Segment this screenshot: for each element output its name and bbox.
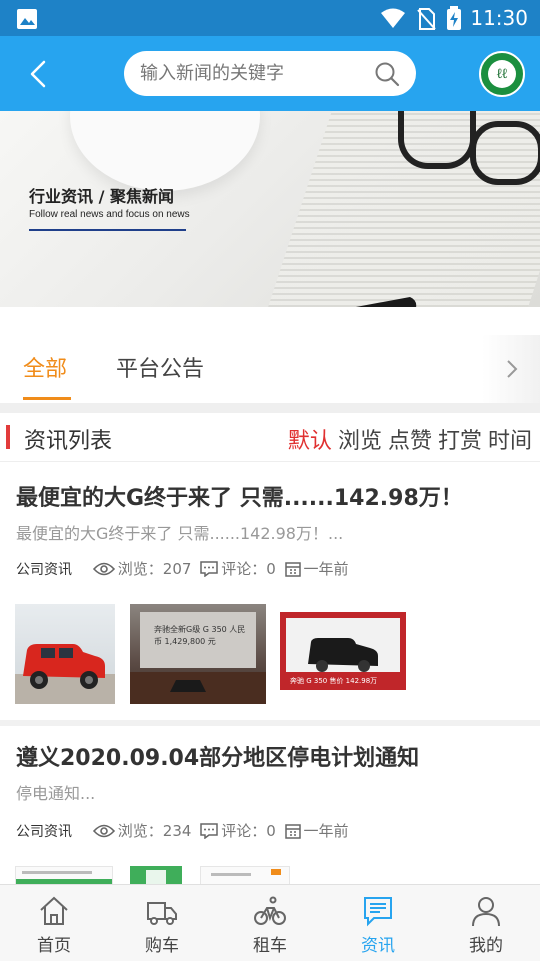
banner-underline [29, 229, 186, 231]
red-suv-image [15, 644, 115, 704]
nav-label: 我的 [469, 936, 503, 956]
sort-likes[interactable]: 点赞 [388, 429, 432, 454]
news-item[interactable]: 遵义2020.09.04部分地区停电计划通知 停电通知... 公司资讯 浏览：2… [0, 726, 540, 884]
home-icon [40, 896, 68, 925]
app-header: ℓℓ [0, 36, 540, 111]
bicycle-icon [254, 896, 286, 925]
category-tabs: 全部 平台公告 [0, 335, 540, 403]
news-item[interactable]: 最便宜的大G终于来了 只需......142.98万！ 最便宜的大G终于来了 只… [0, 462, 540, 720]
news-views: 浏览：207 [117, 560, 192, 578]
banner-subtitle: Follow real news and focus on news [29, 209, 190, 220]
news-category: 公司资讯 [16, 823, 72, 840]
news-icon [364, 897, 392, 927]
news-summary: 最便宜的大G终于来了 只需......142.98万！... [16, 524, 344, 543]
nav-label: 资讯 [361, 936, 395, 956]
news-thumbnail[interactable] [130, 866, 182, 884]
tabs-more-button[interactable] [482, 335, 540, 403]
nav-label: 租车 [253, 936, 287, 956]
eye-icon [92, 562, 115, 575]
clock: 11:30 [470, 6, 528, 30]
comment-icon [200, 560, 218, 577]
calendar-icon [284, 823, 301, 839]
news-meta: 公司资讯 浏览：207 评论：0 一年前 [16, 558, 349, 579]
news-thumbnail[interactable]: 奔驰全新G级 G 350 人民币 1,429,800 元 [130, 604, 266, 704]
thumbnail-caption: 奔驰全新G级 G 350 人民币 1,429,800 元 [154, 625, 246, 646]
thumbnail-caption: 奔驰 G 350 售价 142.98万 [290, 677, 378, 685]
news-comments: 评论：0 [221, 822, 276, 840]
list-header: 资讯列表 默认 浏览 点赞 打赏 时间 [0, 413, 540, 462]
gallery-icon [17, 9, 37, 29]
search-box[interactable] [124, 51, 416, 96]
nav-home[interactable]: 首页 [0, 885, 108, 961]
tab-platform-notice[interactable]: 平台公告 [116, 351, 204, 383]
truck-icon [147, 902, 177, 925]
news-title[interactable]: 最便宜的大G终于来了 只需......142.98万！ [16, 480, 463, 512]
spacer [0, 307, 540, 335]
brand-logo: ℓℓ [479, 51, 525, 97]
no-sim-icon [417, 8, 436, 30]
news-banner[interactable]: 行业资讯 / 聚焦新闻 Follow real news and focus o… [0, 111, 540, 307]
launch-event-image [130, 612, 266, 704]
nav-label: 首页 [37, 936, 71, 956]
back-arrow-icon[interactable] [24, 56, 54, 92]
user-icon [472, 897, 500, 927]
banner-glasses-image [398, 111, 476, 169]
sort-default[interactable]: 默认 [288, 429, 332, 454]
news-thumbnail[interactable] [15, 604, 115, 704]
nav-rent-car[interactable]: 租车 [216, 885, 324, 961]
nav-buy-car[interactable]: 购车 [108, 885, 216, 961]
news-thumbnail[interactable] [200, 866, 290, 884]
search-input[interactable] [140, 51, 360, 96]
news-thumbnail[interactable] [15, 866, 113, 884]
logo-emblem-icon: ℓℓ [488, 60, 516, 88]
tab-all[interactable]: 全部 [23, 351, 67, 383]
sort-options: 默认 浏览 点赞 打赏 时间 [282, 423, 532, 455]
comment-icon [200, 822, 218, 839]
nav-mine[interactable]: 我的 [432, 885, 540, 961]
black-suv-image [280, 612, 406, 690]
news-time: 一年前 [303, 822, 349, 840]
eye-icon [92, 824, 115, 837]
list-title: 资讯列表 [24, 429, 113, 454]
news-views: 浏览：234 [117, 822, 192, 840]
section-divider [0, 403, 540, 413]
banner-title: 行业资讯 / 聚焦新闻 [29, 187, 174, 206]
tab-active-indicator [23, 397, 71, 400]
banner-glasses-lens [470, 121, 540, 185]
battery-icon [447, 6, 461, 30]
news-title[interactable]: 遵义2020.09.04部分地区停电计划通知 [16, 740, 419, 772]
wifi-icon [381, 8, 405, 28]
calendar-icon [284, 561, 301, 577]
news-comments: 评论：0 [221, 560, 276, 578]
search-icon[interactable] [374, 61, 400, 87]
nav-label: 购车 [145, 936, 179, 956]
banner-cup-image [70, 111, 260, 191]
nav-news[interactable]: 资讯 [324, 885, 432, 961]
sort-rewards[interactable]: 打赏 [438, 429, 482, 454]
news-meta: 公司资讯 浏览：234 评论：0 一年前 [16, 820, 349, 841]
section-marker [6, 425, 10, 449]
sort-views[interactable]: 浏览 [338, 429, 382, 454]
status-bar: 11:30 [0, 0, 540, 36]
bottom-nav: 首页 购车 租车 资讯 我的 [0, 884, 540, 961]
news-category: 公司资讯 [16, 561, 72, 578]
news-thumbnail[interactable]: 奔驰 G 350 售价 142.98万 [278, 604, 408, 704]
sort-time[interactable]: 时间 [488, 429, 532, 454]
news-summary: 停电通知... [16, 784, 96, 803]
banner-pen-image [355, 297, 417, 307]
chevron-right-icon [507, 360, 518, 378]
news-time: 一年前 [303, 560, 349, 578]
